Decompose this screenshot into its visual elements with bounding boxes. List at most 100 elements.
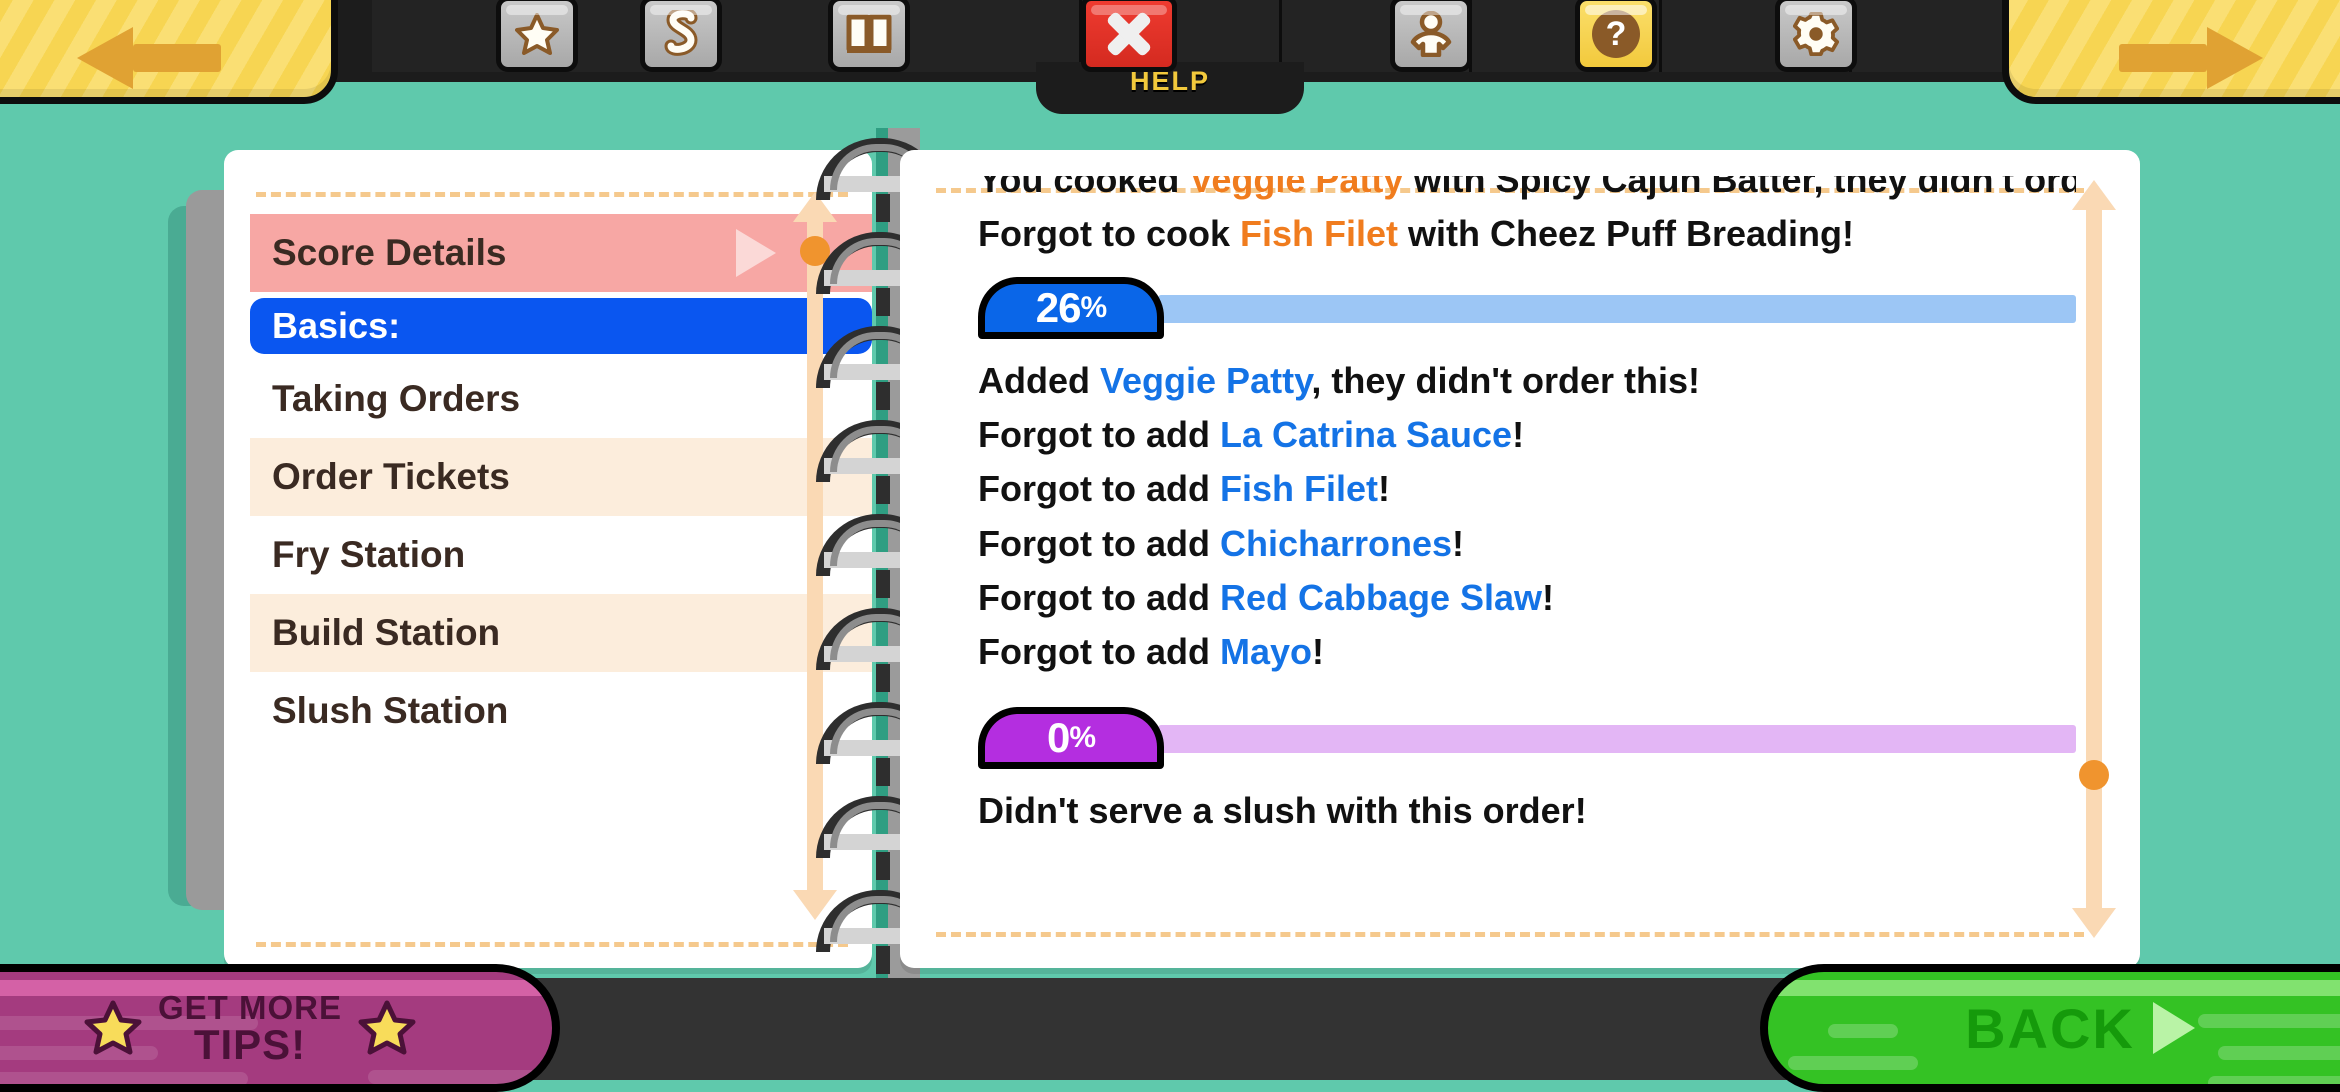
percent-symbol: % <box>1080 290 1108 324</box>
next-arrow-glyph <box>2009 27 2340 89</box>
score-line: Forgot to add La Catrina Sauce! <box>978 413 2076 455</box>
score-details-content: You cooked Veggie Patty with Spicy Cajun… <box>978 176 2076 942</box>
back-content: BACK <box>1768 972 2340 1084</box>
open-book-icon <box>846 14 892 53</box>
settings-button[interactable] <box>1775 0 1857 72</box>
sidebar-item-label: Build Station <box>272 612 501 653</box>
line-text: Forgot to cook <box>978 213 1240 255</box>
ingredient-name: Mayo <box>1219 631 1312 673</box>
button-highlight <box>650 5 712 15</box>
sidebar-item-fry-station[interactable]: Fry Station <box>250 516 872 594</box>
ingredient-name: Fish Filet <box>1219 468 1378 510</box>
line-text: Forgot to add <box>978 576 1220 618</box>
sauce-button[interactable] <box>640 0 722 72</box>
sidebar-item-build-station[interactable]: Build Station <box>250 594 872 672</box>
dashed-rule-top <box>256 192 848 197</box>
question-mark-icon: ? <box>1592 10 1640 58</box>
tips-line-1: GET MORE <box>157 988 342 1026</box>
score-badge: 0% <box>978 706 1164 769</box>
line-text: Forgot to add <box>978 468 1220 510</box>
spiral-binding <box>816 128 944 1068</box>
sidebar-menu: Score Details Basics: Taking Orders Orde… <box>250 214 872 750</box>
score-value: 0 <box>1046 713 1070 761</box>
gear-icon <box>1793 11 1839 57</box>
score-line: Forgot to add Red Cabbage Slaw! <box>978 576 2076 618</box>
line-text: ! <box>1311 631 1324 673</box>
score-meter-bar <box>1158 724 2076 753</box>
line-text: ! <box>1452 522 1465 564</box>
sidebar-item-label: Order Tickets <box>272 456 510 497</box>
sidebar-item-slush-station[interactable]: Slush Station <box>250 672 872 750</box>
dashed-rule-bottom <box>256 942 848 947</box>
line-text: ! <box>1512 413 1525 455</box>
line-text: , they didn't order this! <box>1311 359 1700 401</box>
person-icon <box>1410 11 1452 57</box>
score-badge: 26% <box>978 276 1164 339</box>
previous-button[interactable] <box>0 0 338 104</box>
sidebar-item-order-tickets[interactable]: Order Tickets <box>250 438 872 516</box>
button-highlight <box>1785 5 1847 15</box>
scrollbar-track <box>2086 206 2102 912</box>
back-button[interactable]: BACK <box>1760 964 2340 1092</box>
right-page-scrollbar[interactable] <box>2072 180 2116 938</box>
help-button[interactable]: ? <box>1575 0 1657 72</box>
toolbar-cell <box>372 0 512 72</box>
ingredient-name: Veggie Patty <box>1189 176 1404 200</box>
sidebar-item-label: Basics: <box>272 305 401 346</box>
score-line: Forgot to cook Fish Filet with Cheez Puf… <box>978 214 2076 254</box>
score-meter: 0% <box>978 706 2076 771</box>
scrollbar-thumb[interactable] <box>2079 760 2109 790</box>
ingredient-name: La Catrina Sauce <box>1219 413 1513 455</box>
ingredient-name: Chicharrones <box>1219 522 1453 564</box>
line-text: with Cheez Puff Breading! <box>1397 213 1854 255</box>
line-text: Didn't serve a slush with this order! <box>978 789 1587 831</box>
ingredient-name: Veggie Patty <box>1100 359 1312 401</box>
score-line: Didn't serve a slush with this order! <box>978 789 2076 831</box>
back-label: BACK <box>1965 996 2135 1060</box>
customer-button[interactable] <box>1390 0 1472 72</box>
button-highlight <box>1400 5 1462 15</box>
app-root: ? HELP Score Details Basics: Taking Orde… <box>0 0 2340 1092</box>
play-triangle-icon <box>2152 1002 2195 1054</box>
sidebar-item-basics[interactable]: Basics: <box>250 298 872 354</box>
score-meter-bar <box>1158 294 2076 323</box>
arrow-left-icon <box>77 27 227 89</box>
star-icon <box>515 13 559 55</box>
sidebar-item-label: Score Details <box>272 232 507 273</box>
line-text: ! <box>1542 576 1555 618</box>
line-text: You cooked <box>978 176 1190 200</box>
line-text: ! <box>1377 468 1390 510</box>
notebook: Score Details Basics: Taking Orders Orde… <box>0 128 2340 1068</box>
button-highlight <box>506 5 568 15</box>
arrow-right-icon <box>2113 27 2263 89</box>
sidebar-item-taking-orders[interactable]: Taking Orders <box>250 360 872 438</box>
play-triangle-icon <box>736 229 776 277</box>
sidebar-item-label: Slush Station <box>272 690 509 731</box>
score-line: You cooked Veggie Patty with Spicy Cajun… <box>978 176 2076 200</box>
tips-line-2: TIPS! <box>193 1020 307 1068</box>
scroll-down-arrow[interactable] <box>2072 908 2116 938</box>
line-text: Forgot to add <box>978 631 1220 673</box>
button-highlight <box>838 5 900 15</box>
previous-arrow-glyph <box>0 27 331 89</box>
score-line: Forgot to add Chicharrones! <box>978 522 2076 564</box>
get-more-tips-button[interactable]: GET MORE TIPS! <box>0 964 560 1092</box>
line-text: Forgot to add <box>978 413 1220 455</box>
star-button[interactable] <box>496 0 578 72</box>
line-text: with Spicy Cajun Batter, they didn't ord… <box>1413 176 2076 200</box>
sidebar-item-score-details[interactable]: Score Details <box>250 214 872 292</box>
recipe-book-button[interactable] <box>828 0 910 72</box>
ingredient-name: Red Cabbage Slaw <box>1219 576 1543 618</box>
button-highlight <box>1585 5 1647 15</box>
percent-symbol: % <box>1069 720 1096 754</box>
sidebar-item-label: Fry Station <box>272 534 466 575</box>
score-line: Added Veggie Patty, they didn't order th… <box>978 359 2076 401</box>
score-line: Forgot to add Fish Filet! <box>978 469 2076 509</box>
tips-content: GET MORE TIPS! <box>0 972 552 1084</box>
close-button[interactable] <box>1081 0 1177 72</box>
next-button[interactable] <box>2002 0 2340 104</box>
left-page: Score Details Basics: Taking Orders Orde… <box>224 150 872 968</box>
score-meter: 26% <box>978 276 2076 341</box>
tips-label-group: GET MORE TIPS! <box>158 991 342 1066</box>
scroll-up-arrow[interactable] <box>2072 180 2116 210</box>
